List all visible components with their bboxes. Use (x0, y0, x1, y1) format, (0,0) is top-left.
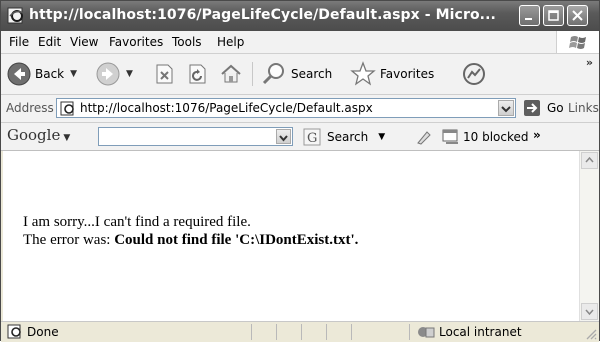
resize-grip-icon[interactable] (585, 328, 597, 340)
menu-view[interactable]: View (70, 35, 98, 49)
chevron-down-icon (279, 135, 288, 142)
chevron-down-icon (585, 309, 594, 316)
svg-text:G: G (307, 131, 317, 146)
google-options-button[interactable] (415, 128, 433, 146)
media-icon (463, 63, 485, 85)
search-icon (262, 63, 284, 85)
menu-help[interactable]: Help (217, 35, 244, 49)
google-search-dropdown-icon[interactable]: ▼ (378, 132, 385, 142)
home-button[interactable] (219, 60, 243, 88)
blocked-count-label: 10 blocked (463, 130, 529, 144)
favorites-label: Favorites (380, 67, 435, 81)
maximize-button[interactable] (543, 5, 564, 26)
forward-arrow-icon (96, 62, 120, 86)
google-toolbar: Google ▼ G Search ▼ 10 blocked » (1, 123, 599, 151)
address-field[interactable]: http://localhost:1076/PageLifeCycle/Defa… (56, 98, 516, 118)
forward-dropdown-icon[interactable]: ▼ (126, 69, 133, 79)
forward-button[interactable]: ▼ (96, 60, 133, 88)
popup-blocker-icon (442, 129, 458, 144)
google-logo: Google (7, 126, 61, 144)
scroll-down-button[interactable] (581, 303, 598, 320)
intranet-zone-icon (418, 327, 435, 338)
menu-file[interactable]: File (9, 35, 29, 49)
chevron-down-icon (501, 106, 511, 113)
links-button[interactable]: Links (568, 101, 599, 115)
menu-favorites[interactable]: Favorites (109, 35, 163, 49)
page-content: I am sorry...I can't find a required fil… (3, 151, 579, 321)
home-icon (221, 64, 241, 83)
star-icon (350, 61, 376, 86)
status-divider (276, 324, 277, 340)
google-menu-dropdown-icon: ▼ (63, 133, 71, 143)
standard-toolbar: Back ▼ ▼ Search Favorites » (1, 54, 599, 95)
google-search-dropdown[interactable] (276, 129, 291, 144)
google-search-label: Search (327, 130, 369, 144)
google-search-button[interactable]: G Search ▼ (303, 128, 385, 146)
minimize-button[interactable] (519, 5, 540, 26)
go-arrow-icon (524, 100, 540, 116)
chevron-up-icon (585, 156, 594, 163)
back-dropdown-icon[interactable]: ▼ (70, 69, 77, 79)
go-label: Go (547, 101, 564, 115)
page-icon (7, 324, 21, 339)
address-label: Address (6, 101, 54, 115)
status-done: Done (7, 324, 59, 339)
status-divider (351, 324, 352, 340)
status-divider (251, 324, 252, 340)
back-button[interactable]: Back ▼ (7, 60, 77, 88)
menu-tools[interactable]: Tools (172, 35, 202, 49)
status-divider (326, 324, 327, 340)
error-line-1: I am sorry...I can't find a required fil… (23, 214, 251, 230)
address-dropdown-button[interactable] (498, 100, 514, 116)
google-search-input[interactable] (98, 127, 293, 146)
refresh-icon (189, 64, 206, 84)
refresh-button[interactable] (186, 60, 208, 88)
address-bar: Address http://localhost:1076/PageLifeCy… (1, 95, 599, 123)
ie-page-icon (7, 7, 25, 24)
vertical-scrollbar[interactable] (579, 151, 599, 321)
go-button[interactable]: Go (523, 99, 564, 117)
zone-label: Local intranet (439, 325, 522, 339)
status-text: Done (27, 324, 59, 339)
window-title: http://localhost:1076/PageLifeCycle/Defa… (29, 7, 496, 23)
google-g-icon: G (303, 128, 321, 146)
close-button[interactable] (567, 5, 588, 26)
stop-button[interactable] (153, 60, 175, 88)
scroll-up-button[interactable] (581, 152, 598, 169)
address-url[interactable]: http://localhost:1076/PageLifeCycle/Defa… (80, 101, 373, 115)
browser-window: http://localhost:1076/PageLifeCycle/Defa… (0, 0, 600, 342)
google-overflow-chevron[interactable]: » (533, 128, 541, 142)
toolbar-overflow-chevron[interactable]: » (586, 56, 593, 69)
page-icon (60, 101, 74, 116)
error-prefix: The error was: (23, 232, 115, 248)
popup-blocker-button[interactable]: 10 blocked (442, 128, 529, 146)
media-button[interactable] (461, 60, 487, 88)
favorites-button[interactable]: Favorites (350, 60, 434, 88)
highlighter-icon (417, 131, 431, 145)
search-button[interactable]: Search (261, 60, 332, 88)
stop-icon (156, 64, 173, 84)
back-arrow-icon (7, 62, 31, 86)
toolbar-separator (252, 62, 253, 86)
title-bar[interactable]: http://localhost:1076/PageLifeCycle/Defa… (1, 1, 599, 31)
google-menu[interactable]: Google ▼ (7, 126, 70, 144)
back-label: Back (35, 67, 65, 81)
status-bar: Done Local intranet (1, 321, 599, 342)
error-message: I am sorry...I can't find a required fil… (23, 213, 358, 249)
error-line-2: The error was: Could not find file 'C:\I… (23, 231, 358, 249)
status-divider (409, 324, 410, 340)
error-detail: Could not find file 'C:\IDontExist.txt'. (114, 232, 359, 248)
status-divider (301, 324, 302, 340)
security-zone[interactable]: Local intranet (417, 324, 522, 340)
menu-edit[interactable]: Edit (38, 35, 61, 49)
search-label: Search (291, 67, 333, 81)
menu-bar: File Edit View Favorites Tools Help (1, 31, 599, 54)
windows-flag-icon (556, 31, 599, 53)
